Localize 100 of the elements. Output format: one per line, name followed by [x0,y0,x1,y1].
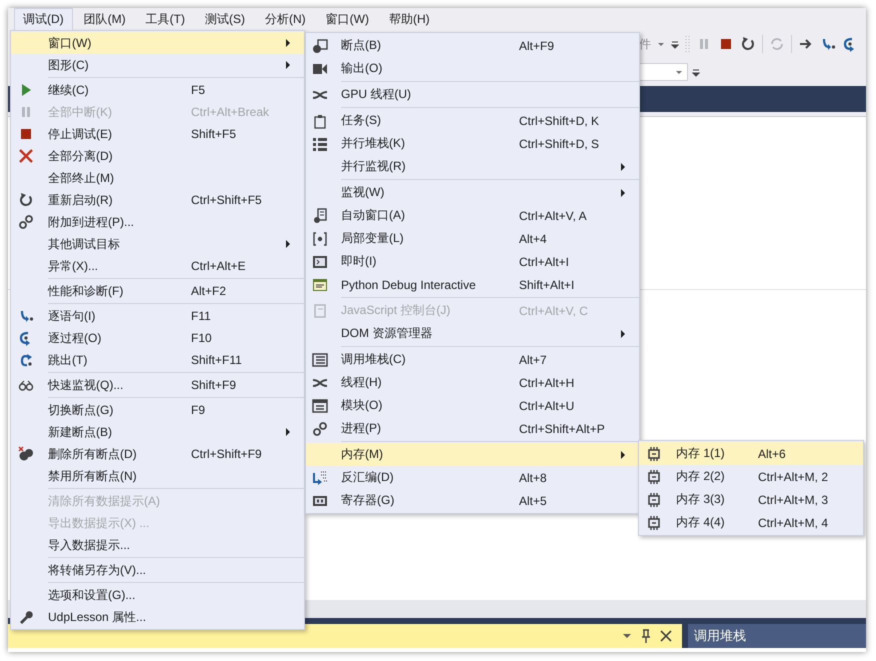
menu-bar-item[interactable]: 窗口(W) [316,8,378,30]
pin-icon[interactable] [640,629,652,643]
menu-item[interactable]: 跳出(T) Shift+F11 [11,349,304,371]
shortcut-text: Ctrl+Alt+M, 4 [758,516,830,530]
call-stack-icon [312,352,328,368]
step-into-icon [18,308,34,324]
shortcut-text: Shift+F11 [191,353,243,367]
menu-item[interactable]: 继续(C) F5 [11,79,304,101]
dropdown-caret-icon[interactable] [622,633,632,639]
menu-item[interactable]: 自动窗口(A) Ctrl+Alt+V, A [306,204,639,227]
menu-item[interactable]: 性能和诊断(F) Alt+F2 [11,280,304,302]
menu-item[interactable]: 将转储另存为(V)... [11,559,304,581]
shortcut-text: Ctrl+Alt+H [519,376,576,390]
menu-item[interactable]: 其他调试目标 [11,233,304,255]
menu-bar-item[interactable]: 分析(N) [256,8,315,30]
menu-item[interactable]: 逐语句(I) F11 [11,305,304,327]
menu-item[interactable]: 禁用所有断点(N) [11,465,304,487]
menu-bar-item[interactable]: 测试(S) [196,8,254,30]
shortcut-text: Ctrl+Shift+F5 [191,193,263,207]
menu-item[interactable]: 即时(I) Ctrl+Alt+I [306,250,639,273]
shortcut-text: Alt+4 [519,232,548,246]
menu-item[interactable]: 选项和设置(G)... [11,584,304,606]
menu-item[interactable]: 模块(O) Ctrl+Alt+U [306,394,639,417]
menu-item[interactable]: 导入数据提示... [11,534,304,556]
clipboard-icon [312,112,328,128]
dropdown-caret-icon [675,70,683,74]
menu-item[interactable]: 调用堆栈(C) Alt+7 [306,348,639,371]
breakpoint-window-icon [312,38,328,54]
menu-bar-item[interactable]: 调试(D) [14,8,73,30]
menu-item[interactable]: 删除所有断点(D) Ctrl+Shift+F9 [11,443,304,465]
menu-item[interactable]: 反汇编(D) Alt+8 [306,466,639,489]
menu-item[interactable]: 并行监视(R) [306,155,639,178]
dropdown-caret-icon[interactable] [657,42,665,46]
menu-item[interactable]: 新建断点(B) [11,421,304,443]
menu-item[interactable]: 窗口(W) [11,32,304,54]
menu-item[interactable]: 输出(O) [306,57,639,80]
shortcut-text: Ctrl+Alt+Break [191,105,270,119]
console-icon [312,302,328,318]
shortcut-text: F9 [191,403,206,417]
menu-item[interactable]: 停止调试(E) Shift+F5 [11,123,304,145]
menu-item[interactable]: 内存 4(4) Ctrl+Alt+M, 4 [639,511,863,534]
memory-chip-icon [646,492,662,508]
close-icon[interactable] [660,630,672,642]
submenu-arrow-icon [621,162,625,170]
shortcut-text: F10 [191,331,213,345]
submenu-arrow-icon [286,428,290,436]
shortcut-text: Ctrl+Alt+M, 2 [758,470,830,484]
grip-icon[interactable] [685,35,690,53]
shortcut-text: Alt+8 [519,470,548,484]
shortcut-text: F11 [191,309,212,323]
step-into-icon[interactable] [820,36,836,52]
shortcut-text: Alt+5 [519,494,548,508]
menu-item[interactable]: 全部终止(M) [11,167,304,189]
overflow-icon[interactable] [671,39,679,49]
menu-item[interactable]: GPU 线程(U) [306,83,639,106]
menu-item[interactable]: 断点(B) Alt+F9 [306,34,639,57]
menu-item[interactable]: 并行堆栈(K) Ctrl+Shift+D, S [306,132,639,155]
menu-item[interactable]: 线程(H) Ctrl+Alt+H [306,371,639,394]
menu-bar-item[interactable]: 团队(M) [74,8,135,30]
menu-item[interactable]: 快速监视(Q)... Shift+F9 [11,374,304,396]
locals-icon [312,230,328,246]
immediate-icon [312,254,328,270]
overflow-icon[interactable] [692,67,700,77]
menu-item[interactable]: 全部分离(D) [11,145,304,167]
menu-item[interactable]: 任务(S) Ctrl+Shift+D, K [306,109,639,132]
menu-bar-item[interactable]: 帮助(H) [380,8,439,30]
menu-item[interactable]: 内存 1(1) Alt+6 [639,442,863,465]
shortcut-text: Ctrl+Shift+D, S [519,136,600,150]
shortcut-text: Ctrl+Shift+Alt+P [519,422,606,436]
shortcut-text: Alt+F9 [519,38,556,52]
menu-bar-item[interactable]: 工具(T) [136,8,194,30]
shortcut-text: Ctrl+Alt+U [519,398,576,412]
menu-item[interactable]: 内存(M) [306,443,639,466]
menu-item[interactable]: Python Debug Interactive Shift+Alt+I [306,273,639,296]
menu-item[interactable]: 附加到进程(P)... [11,211,304,233]
shortcut-text: Ctrl+Alt+V, A [519,208,588,222]
menu-item[interactable]: 局部变量(L) Alt+4 [306,227,639,250]
console-icon [312,276,328,292]
menu-item[interactable]: 重新启动(R) Ctrl+Shift+F5 [11,189,304,211]
disassembly-icon [312,470,328,486]
menu-item[interactable]: 图形(C) [11,54,304,76]
shortcut-text: F5 [191,83,206,97]
gears-icon [312,420,328,436]
menu-item[interactable]: 监视(W) [306,181,639,204]
submenu-arrow-icon [286,240,290,248]
module-icon [312,398,328,414]
menu-item[interactable]: DOM 资源管理器 [306,322,639,345]
menu-item[interactable]: 异常(X)... Ctrl+Alt+E [11,255,304,277]
stop-icon [18,126,34,142]
shortcut-text: Ctrl+Shift+F9 [191,447,263,461]
delete-breakpoints-icon [18,446,34,462]
stop-icon[interactable] [718,36,734,52]
menu-item[interactable]: 内存 2(2) Ctrl+Alt+M, 2 [639,465,863,488]
menu-item[interactable]: 内存 3(3) Ctrl+Alt+M, 3 [639,488,863,511]
menu-item[interactable]: 逐过程(O) F10 [11,327,304,349]
submenu-arrow-icon [621,188,625,196]
menu-item[interactable]: 进程(P) Ctrl+Shift+Alt+P [306,417,639,440]
restart-icon[interactable] [740,36,756,52]
menu-item[interactable]: 切换断点(G) F9 [11,399,304,421]
menu-item[interactable]: UdpLesson 属性... [11,606,304,628]
